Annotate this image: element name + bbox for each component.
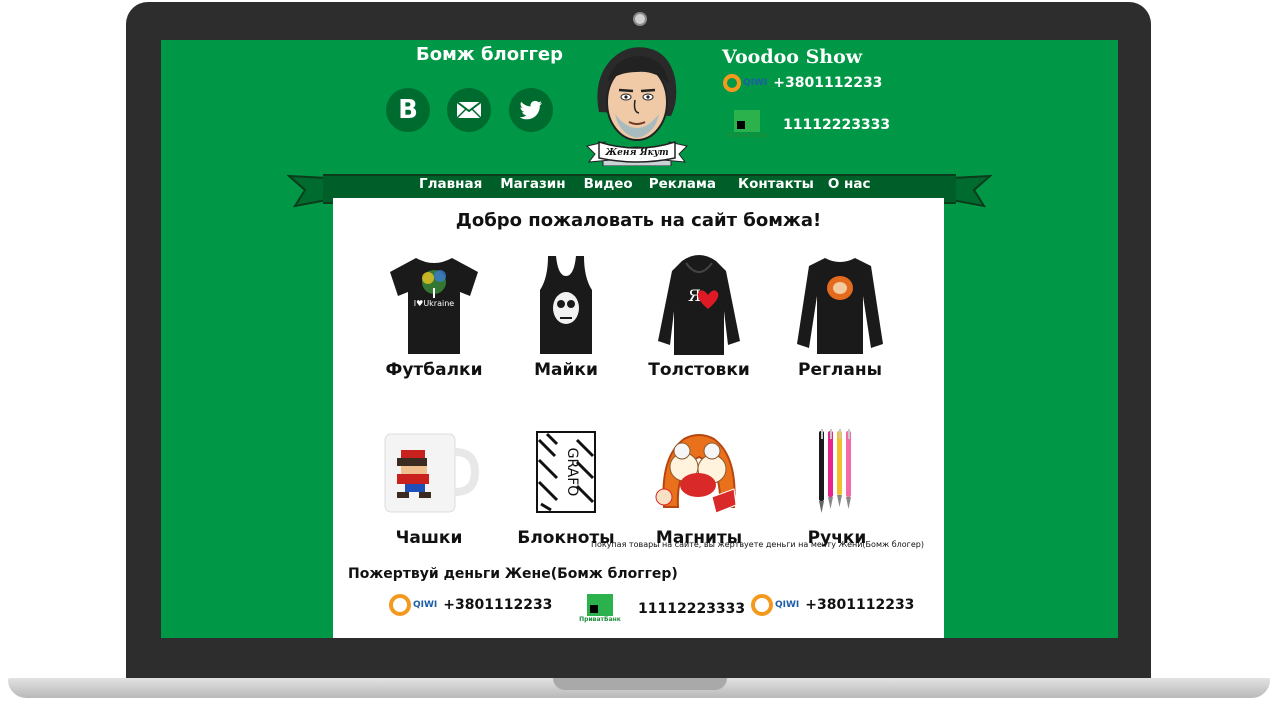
pens-icon [819, 429, 851, 513]
header-qiwi-row: QIWI +3801112233 [723, 74, 882, 92]
twitter-icon [519, 100, 542, 120]
payment-qiwi-1: QIWI +3801112233 [389, 594, 552, 616]
header-qiwi-number: +3801112233 [773, 75, 883, 91]
avatar: Женя Якут [585, 42, 689, 167]
nav-about[interactable]: О нас [828, 176, 871, 192]
nav-shop[interactable]: Магазин [500, 176, 565, 192]
longsleeve-icon [797, 258, 883, 354]
header-privat-row: ПриватБанк 11112223333 [723, 110, 890, 139]
vk-icon: B [398, 95, 418, 125]
product-raglans[interactable]: Регланы [770, 250, 910, 380]
payment-value: 11112223333 [638, 600, 746, 617]
nav-contacts[interactable]: Контакты [738, 176, 814, 192]
show-title: Voodoo Show [722, 46, 863, 68]
payment-value: +3801112233 [805, 597, 915, 613]
privatbank-icon: ПриватБанк [723, 110, 771, 139]
magnet-icon [655, 434, 737, 514]
notebook-icon: GRAFO [536, 431, 596, 513]
payment-qiwi-2: QIWI +3801112233 [751, 594, 914, 616]
product-mugs[interactable]: Чашки [359, 418, 499, 548]
donate-heading: Пожертвуй деньги Жене(Бомж блоггер) [348, 566, 678, 582]
main-nav: Главная Магазин Видео Реклама Контакты О… [419, 176, 888, 192]
svg-text:GRAFO: GRAFO [564, 448, 580, 497]
welcome-heading: Добро пожаловать на сайт бомжа! [455, 210, 822, 231]
product-tshirts[interactable]: I♥Ukraine Футбалки [364, 250, 504, 380]
main-content: Добро пожаловать на сайт бомжа! I♥Ukrain… [333, 198, 944, 638]
payment-value: +3801112233 [443, 597, 553, 613]
header-privat-number: 11112223333 [783, 116, 891, 133]
svg-text:I♥Ukraine: I♥Ukraine [414, 299, 455, 308]
qiwi-icon: QIWI [389, 594, 437, 616]
camera-icon [633, 12, 647, 26]
payment-privat: ПриватБанк 11112223333 [576, 594, 745, 623]
site-title: Бомж блоггер [416, 44, 563, 65]
product-tanktops[interactable]: Майки [496, 250, 636, 380]
product-label: Футбалки [385, 360, 483, 380]
website-screen: Бомж блоггер B Женя Якут Voodoo Show QIW… [161, 40, 1118, 638]
mail-icon [456, 101, 482, 119]
product-hoodies[interactable]: Я Толстовки [629, 250, 769, 380]
twitter-button[interactable] [509, 88, 553, 132]
product-label: Майки [534, 360, 598, 380]
product-label: Регланы [798, 360, 882, 380]
product-notebooks[interactable]: GRAFO Блокноты [496, 418, 636, 548]
donation-note: Покупая товары на сайте, вы жертвуете де… [590, 540, 924, 549]
mail-button[interactable] [447, 88, 491, 132]
vk-button[interactable]: B [386, 88, 430, 132]
product-label: Толстовки [648, 360, 750, 380]
privatbank-icon: ПриватБанк [576, 594, 624, 623]
tanktop-icon [540, 256, 592, 354]
mug-icon [384, 433, 479, 513]
nav-ads[interactable]: Реклама [649, 176, 716, 192]
nav-home[interactable]: Главная [419, 176, 482, 192]
nav-video[interactable]: Видео [584, 176, 633, 192]
product-label: Чашки [395, 528, 463, 548]
qiwi-icon: QIWI [751, 594, 799, 616]
product-pens[interactable]: Ручки [767, 418, 907, 548]
avatar-caption: Женя Якут [604, 148, 668, 158]
qiwi-icon: QIWI [723, 74, 767, 92]
laptop-base-notch [553, 678, 727, 690]
tshirt-icon: I♥Ukraine [390, 258, 478, 354]
hoodie-icon: Я [658, 255, 740, 355]
product-magnets[interactable]: Магниты [629, 418, 769, 548]
